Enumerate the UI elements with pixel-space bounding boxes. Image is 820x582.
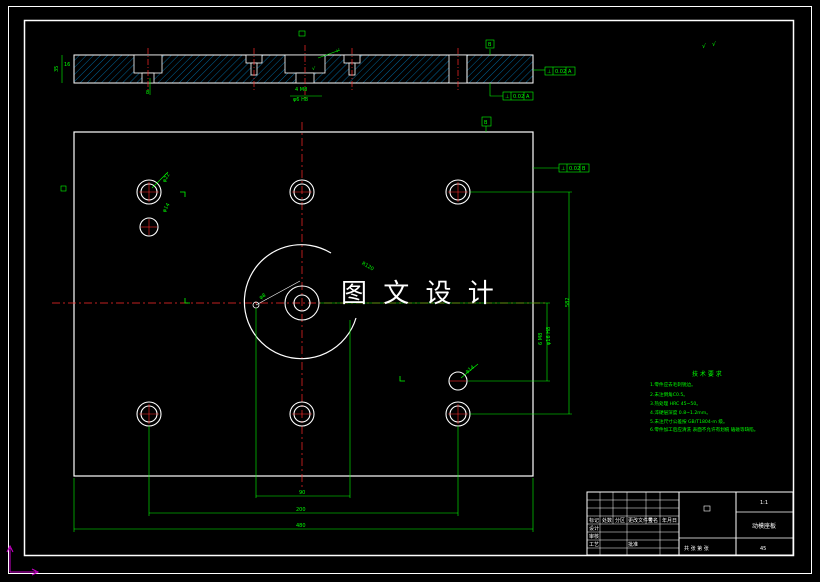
bolt-hole — [136, 179, 162, 205]
view-marker — [298, 30, 306, 37]
height-total-dim: 582 — [565, 297, 571, 307]
tb-marker — [703, 505, 711, 512]
tb-bottom-text: 共 张 第 张 — [684, 545, 709, 552]
side-a-dim: 6 M8 — [538, 333, 544, 345]
general-roughness: √ — [712, 41, 716, 48]
hole-dia-dim: φ22 — [162, 172, 172, 183]
tb-label: 处数 — [602, 517, 612, 524]
hole-pitch-dim: 200 — [296, 507, 306, 513]
tech-req-line: 5.未注尺寸公差按 GB/T1804-m 级。 — [650, 418, 728, 425]
tech-req-line: 2.未注倒角C0.5。 — [650, 391, 688, 398]
tech-req-line: 4.淬硬层深度 0.8~1.2mm。 — [650, 409, 711, 416]
tech-req-line: 3.热处理 HRC 45~50。 — [650, 400, 701, 407]
view-marker — [60, 185, 67, 192]
top-b-dim: φ6 H8 — [293, 97, 308, 103]
cad-drawing-canvas: 35 16 4 M8 φ6 H8 8 √ √ B ⊥ 0.02 A ⊥ 0.02 — [6, 6, 812, 576]
bolt-hole — [445, 179, 471, 205]
tb-label: 工艺 — [589, 542, 599, 548]
tb-material: 45 — [760, 546, 766, 552]
tb-label: 标记 — [589, 517, 599, 524]
tol-datum: A — [568, 69, 572, 75]
tech-req-line: 6.零件加工后应清洗 表面不允许有划痕 磕碰等缺陷。 — [650, 426, 758, 433]
tol-leader — [489, 83, 503, 97]
bolt-hole — [289, 401, 315, 427]
overall-width-dim: 480 — [296, 523, 306, 529]
tech-req-title: 技 术 要 求 — [692, 370, 722, 378]
bolt-hole — [136, 401, 162, 427]
tol-symbol: ⊥ — [505, 94, 509, 100]
tol-value: 0.02 — [513, 94, 524, 100]
side-b-dim: φ16 H8 — [546, 327, 552, 345]
roughness-top: √ — [336, 48, 340, 54]
tb-scale: 1:1 — [760, 500, 768, 506]
tol-datum: B — [582, 166, 586, 172]
thickness-dim: 35 — [54, 66, 60, 72]
bolt-hole — [445, 401, 471, 427]
tol-value: 0.02 — [569, 166, 580, 172]
tb-part-name: 动模座板 — [752, 522, 776, 530]
section-view: 35 16 4 M8 φ6 H8 8 √ √ B ⊥ 0.02 A ⊥ 0.02 — [54, 39, 716, 103]
tech-requirements: 技 术 要 求 1.零件应去毛刺锐边。 2.未注倒角C0.5。 3.热处理 HR… — [650, 370, 758, 433]
general-roughness-2: √ — [702, 43, 706, 50]
tb-label: 分区 — [615, 517, 625, 524]
tol-datum: A — [526, 94, 530, 100]
tb-label: 签名 — [648, 517, 658, 524]
bolt-hole — [289, 179, 315, 205]
arc-dim: R120 — [360, 261, 374, 273]
title-block: 标记 处数 分区 更改文件号 签名 年月日 设计 审核 工艺 批准 1:1 动模… — [586, 491, 794, 556]
corner-marker — [184, 298, 190, 304]
top-a-dim: 4 M8 — [295, 87, 307, 93]
tb-label: 设计 — [589, 525, 599, 532]
tol-frame-side-bottom: ⊥ 0.02 A — [502, 91, 534, 101]
pin-hole — [139, 217, 159, 237]
hole-small-dim: φ14 — [162, 202, 172, 213]
plan-datum-label: B — [484, 120, 488, 126]
top-datum-label: B — [488, 42, 492, 48]
tol-frame-plan: ⊥ 0.02 B — [558, 163, 590, 173]
pin-hole — [448, 371, 468, 391]
bottom-small-dim: 8 — [146, 90, 149, 96]
corner-marker — [180, 191, 186, 197]
ucs-icon — [6, 544, 40, 576]
tb-label: 年月日 — [662, 517, 677, 524]
locating-arc — [243, 244, 357, 360]
tol-value: 0.02 — [555, 69, 566, 75]
tol-frame-top-right: ⊥ 0.02 A — [544, 66, 576, 76]
tech-req-line: 1.零件应去毛刺锐边。 — [650, 381, 696, 388]
tb-label: 审核 — [589, 533, 599, 540]
tol-symbol: ⊥ — [561, 166, 565, 172]
tb-label: 批准 — [628, 541, 638, 548]
side-label: 16 — [64, 62, 70, 68]
plan-view: φ8 R120 φ22 φ14 φ14 B ⊥ 0.02 B 582 6 M8 … — [52, 116, 590, 532]
watermark-text: 图 文 设 计 — [341, 279, 498, 309]
tol-symbol: ⊥ — [547, 69, 551, 75]
slot-width-dim: 90 — [299, 490, 305, 496]
corner-marker — [399, 376, 405, 382]
pin-hole-dim: φ14 — [464, 365, 475, 375]
